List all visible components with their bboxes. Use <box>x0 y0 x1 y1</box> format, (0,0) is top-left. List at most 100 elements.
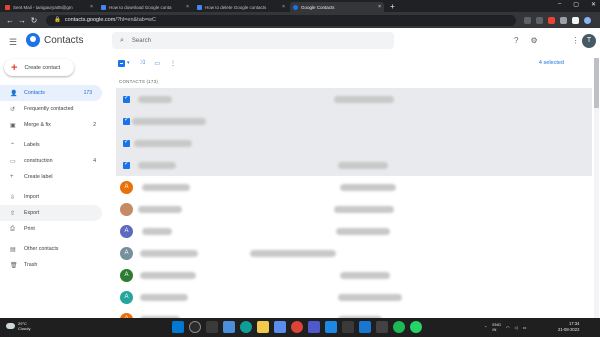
table-row[interactable] <box>116 198 592 220</box>
back-icon[interactable]: ← <box>4 16 16 25</box>
merge-contacts-icon[interactable]: ⤨ <box>140 60 145 67</box>
search-icon[interactable] <box>189 321 201 333</box>
clock[interactable]: 17:34 21-08-2022 <box>558 321 579 333</box>
redacted-name <box>140 271 196 279</box>
sidebar-item-construction[interactable]: ▭ construction 4 <box>0 153 106 169</box>
search-icon[interactable]: ⌕ <box>120 37 124 45</box>
extension-icon[interactable] <box>560 16 567 24</box>
extension-icon[interactable] <box>548 16 555 24</box>
close-icon[interactable]: × <box>90 4 93 10</box>
row-checkbox[interactable] <box>123 94 130 103</box>
row-checkbox[interactable] <box>123 160 130 169</box>
battery-icon[interactable]: ▭ <box>523 325 527 330</box>
forward-icon[interactable]: → <box>16 16 28 25</box>
row-checkbox[interactable] <box>123 138 130 147</box>
browser-tab-strip: Sent Mail - tanigaurya05@gm × How to down… <box>0 0 600 12</box>
create-contact-button[interactable]: + Create contact <box>4 59 74 76</box>
select-all-checkbox[interactable] <box>118 59 125 67</box>
more-vert-icon[interactable]: ⋮ <box>170 60 176 67</box>
app-icon[interactable] <box>342 321 354 333</box>
reload-icon[interactable]: ↻ <box>28 16 40 25</box>
settings-icon[interactable]: ⚙ <box>530 36 537 45</box>
weather-widget[interactable]: 29°C Cloudy <box>6 321 30 331</box>
header-icons: ? ⚙ ⋮⋮ <box>514 36 588 45</box>
table-row[interactable] <box>116 154 592 176</box>
sidebar-item-merge[interactable]: ▣ Merge & fix 2 <box>0 117 106 133</box>
sidebar-item-export[interactable]: ⇧ Export <box>0 205 102 221</box>
task-view-icon[interactable] <box>206 321 218 333</box>
table-row[interactable]: A <box>116 176 592 198</box>
label-icon[interactable]: ▭ <box>154 60 160 67</box>
table-row[interactable]: A <box>116 264 592 286</box>
table-row[interactable] <box>116 132 592 154</box>
wifi-icon[interactable]: ◠ <box>506 325 510 330</box>
profile-icon[interactable] <box>584 16 591 24</box>
tab-sent-mail[interactable]: Sent Mail - tanigaurya05@gm × <box>2 2 96 12</box>
contact-avatar: A <box>120 180 133 194</box>
star-icon[interactable] <box>536 16 543 24</box>
sidebar-item-contacts[interactable]: 👤 Contacts 173 <box>0 85 102 101</box>
table-row[interactable] <box>116 110 592 132</box>
teams-icon[interactable] <box>308 321 320 333</box>
file-explorer-icon[interactable] <box>257 321 269 333</box>
table-row[interactable] <box>116 88 592 110</box>
maximize-icon[interactable]: ▢ <box>573 1 579 8</box>
cloud-icon <box>6 323 15 329</box>
chevron-down-icon[interactable]: ▾ <box>127 60 130 66</box>
vscode-icon[interactable] <box>325 321 337 333</box>
close-icon[interactable]: × <box>186 4 189 10</box>
table-row[interactable]: A <box>116 286 592 308</box>
search-input[interactable]: ⌕ Search <box>112 32 394 49</box>
spotify-icon[interactable] <box>393 321 405 333</box>
volume-icon[interactable]: ◁ <box>515 325 518 330</box>
url-field[interactable]: 🔒 contacts.google.com/?hl=en&tab=wC <box>46 14 516 26</box>
table-row[interactable]: A <box>116 220 592 242</box>
sidebar-item-create-label[interactable]: + Create label <box>0 169 106 185</box>
extension-icon[interactable] <box>572 16 579 24</box>
scrollbar-thumb[interactable] <box>594 58 599 108</box>
sidebar-item-label: Trash <box>24 262 38 268</box>
inbox-icon: ▤ <box>10 246 16 253</box>
redacted-name <box>142 183 190 191</box>
share-icon[interactable] <box>524 16 531 24</box>
contact-avatar: A <box>120 246 133 260</box>
window-close-icon[interactable]: ✕ <box>591 1 596 8</box>
redacted-name <box>132 117 206 125</box>
sidebar-item-trash[interactable]: 🗑 Trash <box>0 257 106 273</box>
sidebar-item-frequent[interactable]: ↺ Frequently contacted <box>0 101 106 117</box>
main-menu-icon[interactable]: ☰ <box>9 37 17 48</box>
app-icon[interactable] <box>359 321 371 333</box>
chrome-icon[interactable] <box>291 321 303 333</box>
collapse-icon[interactable]: ⌃ <box>10 142 24 149</box>
windows-start-icon[interactable] <box>172 321 184 333</box>
url-path: /?hl=en&tab=wC <box>115 17 156 23</box>
print-icon: ⎙ <box>10 225 15 232</box>
sidebar-item-other-contacts[interactable]: ▤ Other contacts <box>0 241 106 257</box>
close-icon[interactable]: × <box>282 4 285 10</box>
tab-google-contacts[interactable]: Google Contacts × <box>290 2 384 12</box>
tab-delete-contacts[interactable]: How to delete Google contacts × <box>194 2 288 12</box>
plus-icon: + <box>10 174 14 180</box>
account-avatar[interactable]: T <box>582 34 596 48</box>
tab-download-contacts[interactable]: How to download Google conta × <box>98 2 192 12</box>
window-controls: – ▢ ✕ <box>558 1 596 8</box>
row-checkbox[interactable] <box>123 116 130 125</box>
plus-icon: + <box>11 61 18 74</box>
minimize-icon[interactable]: – <box>558 1 561 8</box>
trash-icon: 🗑 <box>10 262 18 269</box>
language-indicator[interactable]: ENG IN <box>492 322 501 332</box>
new-tab-button[interactable]: + <box>390 2 395 12</box>
sidebar-item-label: Create label <box>24 174 53 180</box>
help-icon[interactable]: ? <box>514 36 518 45</box>
history-icon: ↺ <box>10 106 16 113</box>
whatsapp-icon[interactable] <box>410 321 422 333</box>
sidebar-item-import[interactable]: ⇩ Import <box>0 189 106 205</box>
app-icon[interactable] <box>376 321 388 333</box>
table-row[interactable]: A <box>116 242 592 264</box>
chevron-up-icon[interactable]: ⌃ <box>484 325 487 330</box>
sidebar-item-print[interactable]: ⎙ Print <box>0 221 106 237</box>
edge-icon[interactable] <box>240 321 252 333</box>
close-icon[interactable]: × <box>378 4 381 10</box>
widgets-icon[interactable] <box>223 321 235 333</box>
store-icon[interactable] <box>274 321 286 333</box>
